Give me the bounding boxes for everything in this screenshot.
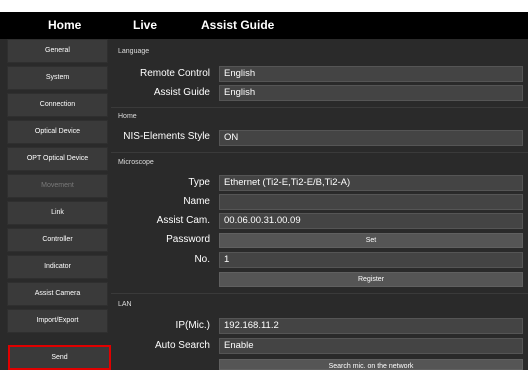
- nis-elements-style-field[interactable]: ON: [219, 130, 523, 146]
- sidebar-item-send[interactable]: Send: [8, 345, 111, 370]
- sidebar-item-system[interactable]: System: [7, 66, 108, 90]
- sidebar-item-optical-device[interactable]: Optical Device: [7, 120, 108, 144]
- divider: [111, 107, 528, 108]
- section-title-microscope: Microscope: [118, 159, 154, 166]
- register-button[interactable]: Register: [219, 272, 523, 287]
- sidebar-item-assist-camera[interactable]: Assist Camera: [7, 282, 108, 306]
- set-password-button[interactable]: Set: [219, 233, 523, 248]
- auto-search-label: Auto Search: [154, 340, 210, 351]
- top-bar: Home Live Assist Guide: [0, 0, 528, 39]
- section-title-home: Home: [118, 113, 137, 120]
- password-label: Password: [166, 234, 210, 245]
- sidebar-item-import-export[interactable]: Import/Export: [7, 309, 108, 333]
- auto-search-field[interactable]: Enable: [219, 338, 523, 354]
- section-title-lan: LAN: [118, 301, 132, 308]
- divider: [111, 152, 528, 153]
- divider: [111, 293, 528, 294]
- sidebar-item-indicator[interactable]: Indicator: [7, 255, 108, 279]
- sidebar-item-general[interactable]: General: [7, 39, 108, 63]
- no-field[interactable]: 1: [219, 252, 523, 268]
- nis-elements-style-label: NIS-Elements Style: [123, 131, 210, 142]
- sidebar: General System Connection Optical Device…: [0, 39, 111, 370]
- tab-home[interactable]: Home: [48, 12, 81, 39]
- assist-guide-label: Assist Guide: [153, 87, 210, 98]
- sidebar-item-movement: Movement: [7, 174, 108, 198]
- tab-assist-guide[interactable]: Assist Guide: [201, 12, 274, 39]
- section-title-language: Language: [118, 48, 150, 55]
- no-label: No.: [194, 254, 210, 265]
- settings-panel: Language Remote Control English Assist G…: [111, 39, 528, 370]
- search-mic-button[interactable]: Search mic. on the network: [219, 359, 523, 370]
- sidebar-item-controller[interactable]: Controller: [7, 228, 108, 252]
- top-nav: Home Live Assist Guide: [0, 12, 528, 39]
- type-field[interactable]: Ethernet (Ti2-E,Ti2-E/B,Ti2-A): [219, 175, 523, 191]
- sidebar-item-opt-optical-device[interactable]: OPT Optical Device: [7, 147, 108, 171]
- assist-guide-language-field[interactable]: English: [219, 85, 523, 101]
- remote-control-language-field[interactable]: English: [219, 66, 523, 82]
- remote-control-label: Remote Control: [139, 68, 210, 79]
- tab-live[interactable]: Live: [133, 12, 157, 39]
- name-field[interactable]: [219, 194, 523, 210]
- assist-cam-field[interactable]: 00.06.00.31.00.09: [219, 213, 523, 229]
- ip-mic-field[interactable]: 192.168.11.2: [219, 318, 523, 334]
- sidebar-item-link[interactable]: Link: [7, 201, 108, 225]
- type-label: Type: [188, 177, 210, 188]
- sidebar-item-connection[interactable]: Connection: [7, 93, 108, 117]
- ip-mic-label: IP(Mic.): [175, 320, 210, 331]
- assist-cam-label: Assist Cam.: [156, 215, 210, 226]
- name-label: Name: [183, 196, 210, 207]
